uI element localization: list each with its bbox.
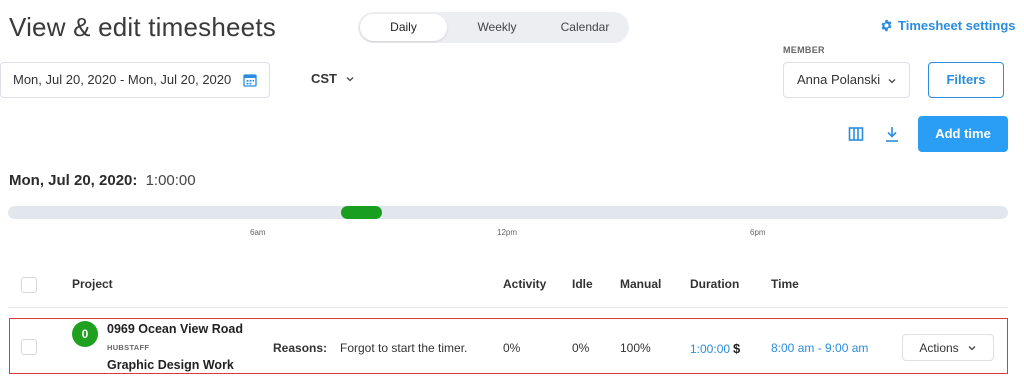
tab-weekly[interactable]: Weekly (462, 12, 532, 43)
header-duration: Duration (690, 277, 740, 291)
chevron-down-icon (888, 79, 896, 84)
project-name: 0969 Ocean View Road (107, 322, 243, 336)
member-select[interactable]: Anna Polanski (783, 62, 910, 98)
timeline-tick: 6pm (750, 228, 766, 237)
reason-text: Forgot to start the timer. (340, 341, 468, 355)
gear-icon (881, 19, 892, 32)
timesheet-settings-link[interactable]: Timesheet settings (880, 18, 1016, 33)
project-org: HUBSTAFF (107, 343, 150, 352)
time-range-link[interactable]: 8:00 am - 9:00 am (771, 341, 868, 355)
timeline-track (8, 206, 1008, 219)
date-range-picker[interactable]: Mon, Jul 20, 2020 - Mon, Jul 20, 2020 (0, 62, 270, 98)
select-all-checkbox[interactable] (21, 277, 37, 293)
header-manual: Manual (620, 277, 662, 291)
row-checkbox[interactable] (21, 339, 37, 355)
download-icon[interactable] (884, 125, 900, 143)
header-activity: Activity (503, 277, 547, 291)
header-divider (8, 307, 1008, 308)
reasons-label: Reasons: (273, 341, 328, 355)
actions-label: Actions (919, 340, 959, 355)
duration-cell: 1:00:00 $ (690, 341, 740, 356)
timezone-select[interactable]: CST (311, 71, 355, 86)
columns-icon[interactable] (848, 126, 864, 142)
billable-icon: $ (733, 341, 741, 356)
timezone-value: CST (311, 71, 337, 86)
timeline-tick: 6am (250, 228, 266, 237)
header-idle: Idle (572, 277, 593, 291)
timeline-entry-bar[interactable] (341, 206, 382, 219)
member-label: MEMBER (783, 45, 825, 55)
day-summary: Mon, Jul 20, 2020: 1:00:00 (9, 172, 196, 189)
day-total: 1:00:00 (145, 172, 196, 189)
view-toggle: Daily Weekly Calendar (358, 12, 629, 43)
project-avatar: 0 (72, 321, 98, 347)
date-range-value: Mon, Jul 20, 2020 - Mon, Jul 20, 2020 (13, 72, 232, 87)
filters-button[interactable]: Filters (928, 62, 1004, 98)
timesheet-settings-label: Timesheet settings (898, 18, 1016, 33)
add-time-button[interactable]: Add time (918, 116, 1008, 152)
manual-value: 100% (620, 341, 651, 355)
member-value: Anna Polanski (797, 72, 881, 87)
activity-value: 0% (503, 341, 521, 355)
header-project: Project (72, 277, 113, 291)
tab-daily[interactable]: Daily (360, 14, 447, 41)
idle-value: 0% (572, 341, 590, 355)
day-date: Mon, Jul 20, 2020: (9, 172, 138, 189)
header-time: Time (771, 277, 799, 291)
duration-value[interactable]: 1:00:00 (690, 342, 730, 356)
chevron-down-icon (346, 76, 354, 81)
page-title: View & edit timesheets (9, 12, 276, 42)
calendar-icon (243, 74, 257, 87)
timeline-tick: 12pm (497, 228, 518, 237)
project-task: Graphic Design Work (107, 358, 234, 372)
table-header: Project Activity Idle Manual Duration Ti… (0, 265, 1024, 305)
actions-dropdown[interactable]: Actions (902, 334, 994, 361)
tab-calendar[interactable]: Calendar (550, 12, 620, 43)
chevron-down-icon (968, 345, 976, 350)
